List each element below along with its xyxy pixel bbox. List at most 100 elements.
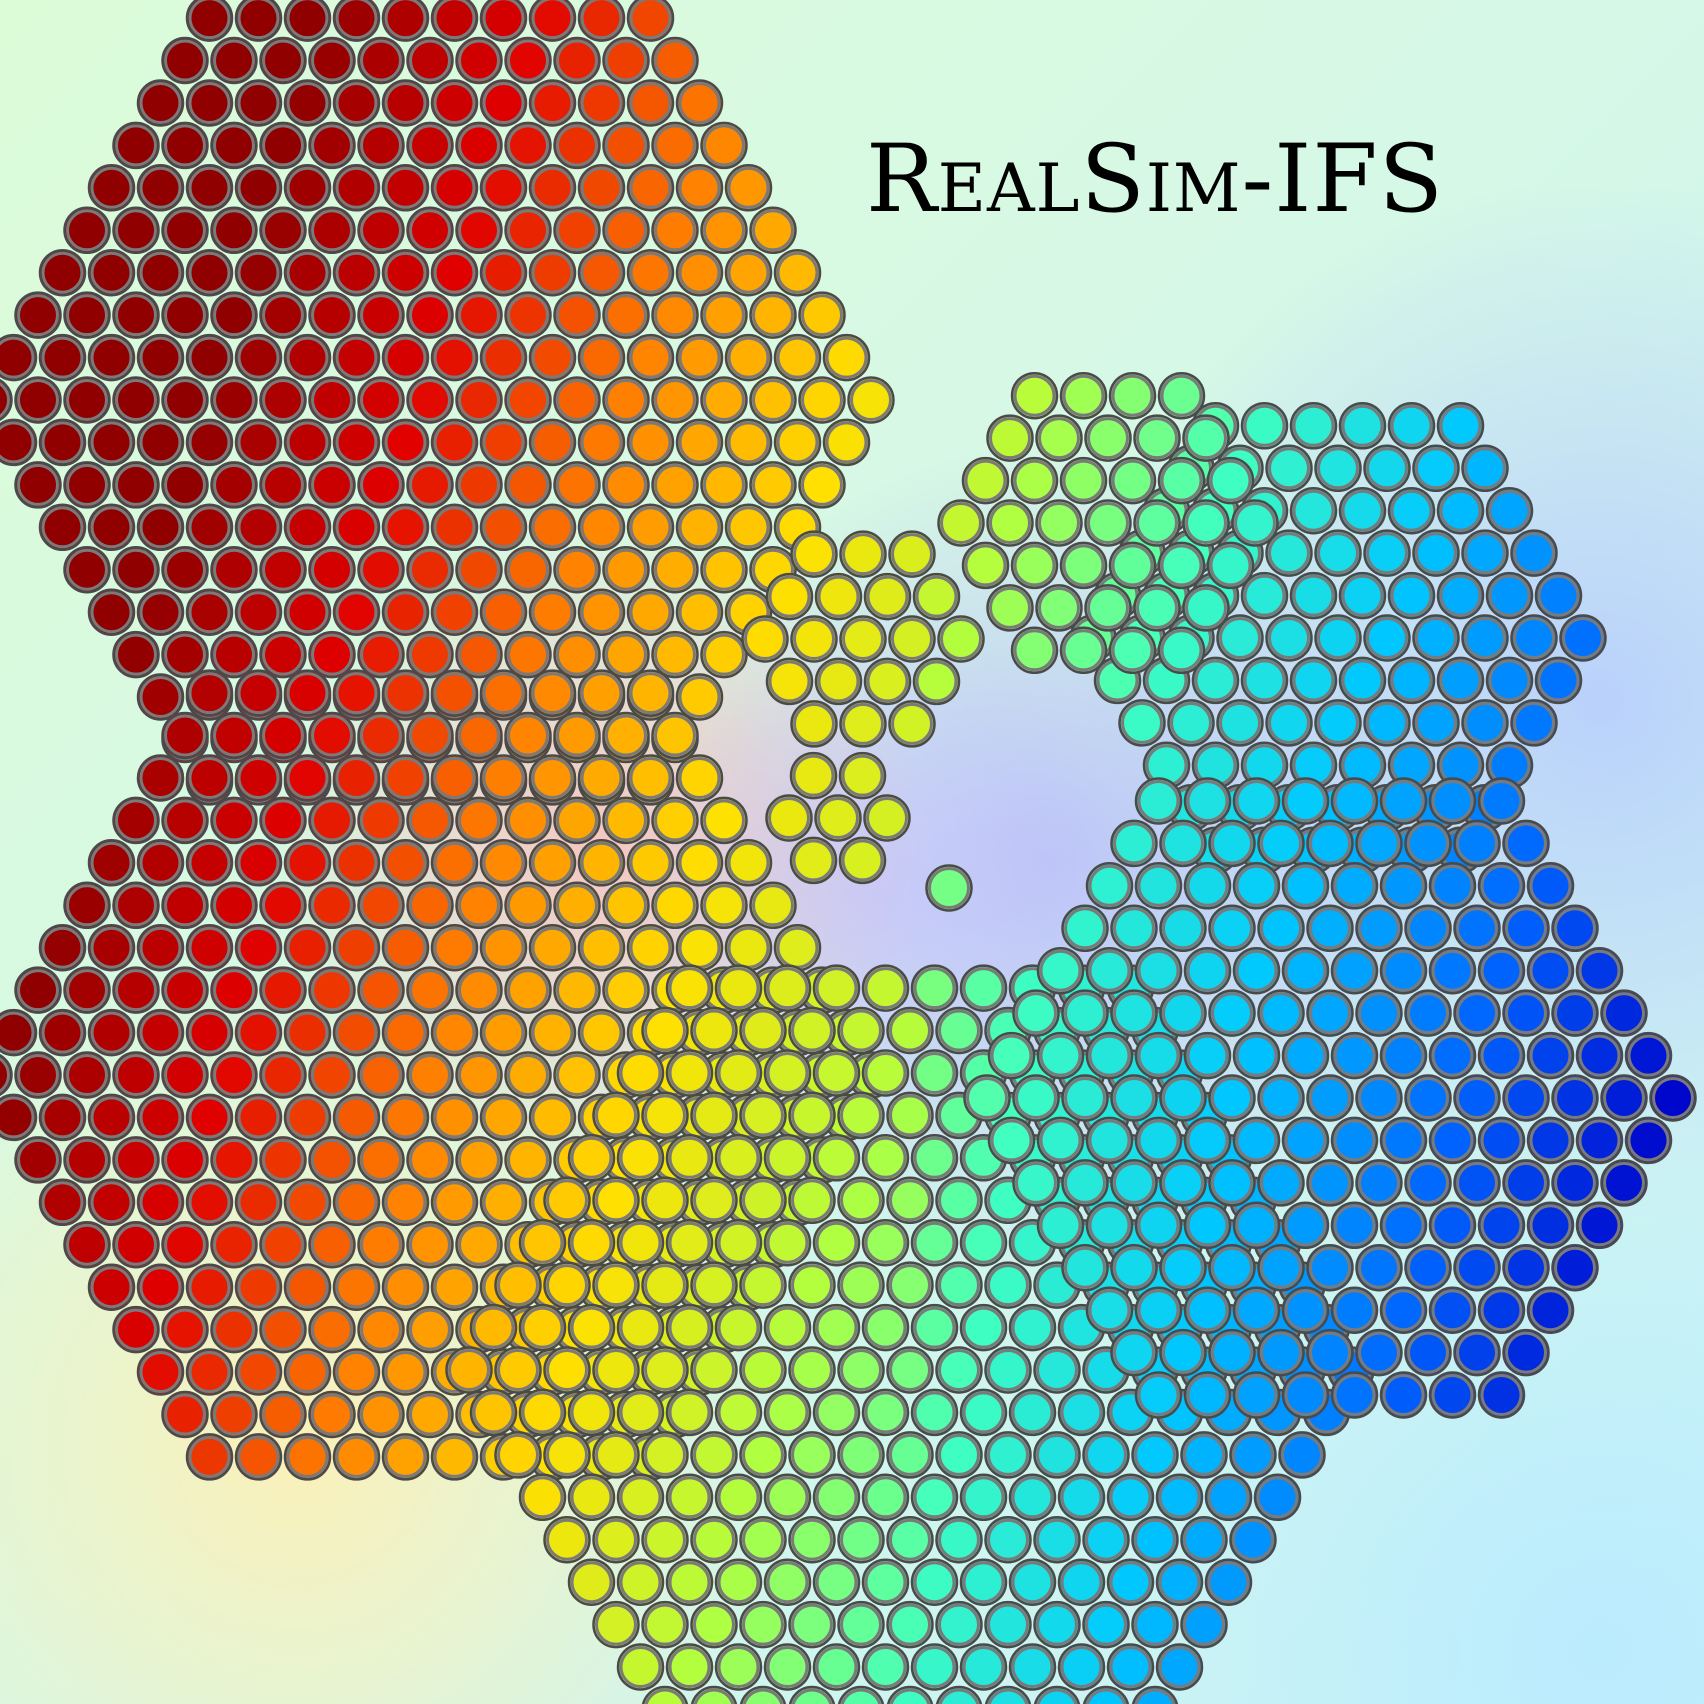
fiber (63, 966, 111, 1014)
fiber (837, 1346, 885, 1394)
fiber (1387, 656, 1436, 705)
fiber (1575, 946, 1624, 995)
fiber (641, 1346, 689, 1394)
fiber (161, 966, 209, 1014)
fiber (161, 1220, 209, 1269)
fiber (616, 1303, 665, 1352)
fiber (210, 206, 258, 255)
fiber (1281, 1371, 1330, 1419)
fiber (1110, 1159, 1158, 1207)
fiber (479, 79, 528, 127)
fiber (504, 206, 552, 255)
fiber (1108, 626, 1157, 675)
fiber (961, 456, 1010, 505)
fiber (1133, 584, 1181, 632)
fiber (1281, 1286, 1330, 1334)
fiber (308, 545, 356, 594)
fiber (1330, 1286, 1379, 1334)
fiber (577, 588, 626, 636)
fiber (1084, 414, 1132, 462)
fiber (886, 1261, 934, 1309)
fiber (812, 1049, 861, 1097)
fiber (690, 1091, 738, 1140)
fiber (283, 923, 332, 972)
fiber (234, 1093, 283, 1142)
fiber (675, 503, 724, 552)
fiber (1355, 1243, 1403, 1292)
fiber (788, 1515, 836, 1564)
fiber (283, 1178, 332, 1227)
fiber (63, 881, 111, 930)
fiber (1134, 1201, 1183, 1250)
fiber (112, 796, 160, 845)
fiber (1404, 1074, 1452, 1122)
fiber (430, 248, 479, 297)
fiber (1281, 946, 1330, 995)
fiber (665, 964, 714, 1012)
fiber (553, 545, 601, 594)
fiber (861, 1134, 910, 1182)
fiber (1033, 1515, 1081, 1564)
fiber (1453, 904, 1501, 953)
fiber (665, 1643, 714, 1691)
fiber (1551, 1074, 1599, 1122)
fiber (789, 836, 838, 885)
fiber (1012, 1074, 1060, 1122)
fiber (1428, 1201, 1477, 1250)
fiber (308, 461, 356, 509)
fiber (161, 1390, 209, 1439)
fiber (616, 1134, 665, 1182)
fiber (494, 1431, 542, 1479)
fiber (626, 79, 675, 127)
fiber (87, 333, 136, 382)
fiber (937, 499, 985, 547)
fiber (577, 754, 626, 802)
fiber (1208, 1243, 1256, 1292)
fiber (651, 461, 699, 509)
fiber (234, 754, 283, 802)
fiber (185, 669, 234, 717)
fiber (283, 418, 332, 467)
fiber (763, 1473, 812, 1522)
fiber (1106, 1473, 1155, 1522)
fiber (765, 572, 814, 621)
fiber (455, 1136, 503, 1184)
fiber (430, 1433, 479, 1481)
fiber (602, 881, 650, 930)
fiber (38, 248, 87, 297)
fiber (332, 1348, 381, 1396)
fiber (763, 1643, 812, 1691)
fiber (381, 1433, 430, 1481)
fiber (1551, 904, 1599, 953)
fiber (788, 1176, 836, 1225)
fiber (234, 1348, 283, 1396)
fiber (1240, 402, 1289, 450)
fiber (837, 1091, 885, 1140)
fiber (87, 839, 136, 887)
fiber (283, 79, 332, 127)
fiber (406, 1051, 454, 1099)
fiber (1106, 1643, 1155, 1691)
fiber (234, 1263, 283, 1311)
fiber (690, 1176, 738, 1225)
fiber (1453, 1328, 1501, 1377)
fiber (1306, 1243, 1354, 1292)
fiber (1600, 989, 1648, 1037)
fiber (1180, 1431, 1228, 1479)
fiber (469, 1303, 518, 1352)
fiber (332, 1263, 381, 1311)
fiber (185, 839, 234, 887)
fiber (1412, 699, 1460, 747)
fiber (1183, 1371, 1232, 1419)
fiber (749, 291, 797, 339)
fiber (357, 1390, 405, 1439)
fiber (455, 1051, 503, 1099)
fiber (112, 1136, 160, 1184)
fiber (1085, 1286, 1134, 1334)
fiber (1057, 1473, 1106, 1522)
fiber (861, 1388, 910, 1437)
fiber (1387, 486, 1436, 535)
fiber (543, 1431, 591, 1479)
fiber (886, 1176, 934, 1225)
fiber (259, 881, 307, 930)
